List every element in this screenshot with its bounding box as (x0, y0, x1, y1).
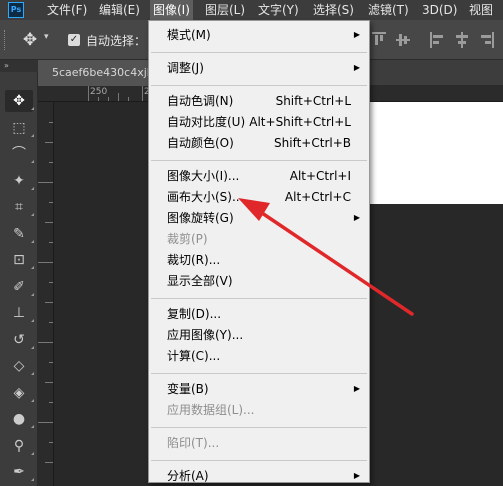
menu-item-7-0[interactable]: 分析(A) ▶ (149, 466, 369, 486)
menu-item-label: 变量(B) (167, 382, 209, 396)
submenu-arrow-icon: ▶ (353, 471, 360, 480)
menu-item-label: 自动颜色(O) (167, 136, 234, 150)
menu-item-3-1[interactable]: 画布大小(S)... Alt+Ctrl+C (149, 187, 369, 207)
stamp-tool-icon[interactable]: ⊥ (5, 302, 33, 324)
dodge-tool-icon[interactable]: ⚲ (5, 435, 33, 457)
menu-item-label: 分析(A) (167, 469, 209, 483)
menu-edit[interactable]: 编辑(E) (96, 0, 143, 20)
menu-item-label: 裁剪(P) (167, 232, 208, 246)
menu-item-label: 显示全部(V) (167, 274, 233, 288)
menu-separator (151, 85, 367, 86)
menu-item-1-0[interactable]: 调整(J) ▶ (149, 58, 369, 78)
ruler-label-250: 250 (90, 87, 108, 97)
align-right-icon[interactable] (480, 32, 494, 48)
menu-item-label: 自动对比度(U) (167, 115, 246, 129)
menu-item-4-2[interactable]: 计算(C)... (149, 346, 369, 366)
auto-select-checkbox[interactable]: ✓ (68, 34, 80, 46)
menu-separator (151, 427, 367, 428)
move-tool-preset-icon[interactable]: ✥ (18, 30, 42, 50)
move-tool-icon[interactable]: ✥ (5, 90, 33, 112)
auto-select-label: 自动选择： (86, 34, 147, 48)
menu-item-6-0: 陷印(T)... (149, 433, 369, 453)
eraser-tool-icon[interactable]: ◇ (5, 355, 33, 377)
eyedropper-tool-icon[interactable]: ✎ (5, 223, 33, 245)
menu-item-shortcut: Shift+Ctrl+B (274, 136, 351, 150)
options-bar-grip[interactable] (4, 30, 9, 50)
menu-image[interactable]: 图像(I) (150, 0, 193, 20)
menu-item-3-2[interactable]: 图像旋转(G) ▶ (149, 208, 369, 228)
submenu-arrow-icon: ▶ (353, 63, 360, 72)
marquee-tool-icon[interactable]: ⬚ (5, 117, 33, 139)
lasso-tool-icon[interactable]: ⌒ (5, 143, 33, 165)
align-vertical-center-icon[interactable] (396, 32, 410, 48)
paint-bucket-tool-icon[interactable]: ◈ (5, 382, 33, 404)
menu-item-2-1[interactable]: 自动对比度(U) Alt+Shift+Ctrl+L (149, 112, 369, 132)
menu-item-label: 计算(C)... (167, 349, 221, 363)
menu-type[interactable]: 文字(Y) (255, 0, 302, 20)
menu-separator (151, 298, 367, 299)
tools-panel-collapse[interactable]: » (0, 60, 38, 72)
menu-item-label: 图像大小(I)... (167, 169, 240, 183)
brush-tool-icon[interactable]: ✐ (5, 276, 33, 298)
menu-select[interactable]: 选择(S) (310, 0, 357, 20)
menu-filter[interactable]: 滤镜(T) (365, 0, 412, 20)
menu-item-label: 模式(M) (167, 28, 211, 42)
menu-item-0-0[interactable]: 模式(M) ▶ (149, 25, 369, 45)
align-left-icon[interactable] (430, 32, 444, 48)
blur-tool-icon[interactable]: ● (5, 408, 33, 430)
menu-item-4-1[interactable]: 应用图像(Y)... (149, 325, 369, 345)
menu-item-label: 应用数据组(L)... (167, 403, 255, 417)
menu-item-3-3: 裁剪(P) (149, 229, 369, 249)
menu-bar: Ps 文件(F) 编辑(E) 图像(I) 图层(L) 文字(Y) 选择(S) 滤… (0, 0, 503, 20)
document-tab[interactable]: 5caef6be430c4xjk (38, 60, 148, 86)
menu-item-shortcut: Alt+Ctrl+C (284, 190, 351, 204)
pen-tool-icon[interactable]: ✒ (5, 461, 33, 483)
history-brush-tool-icon[interactable]: ↺ (5, 329, 33, 351)
menu-separator (151, 52, 367, 53)
menu-separator (151, 160, 367, 161)
image-menu-dropdown: 模式(M) ▶ 调整(J) ▶ 自动色调(N) Shift+Ctrl+L 自动对比度(U) A… (148, 20, 370, 483)
menu-item-label: 复制(D)... (167, 307, 222, 321)
align-top-icon[interactable] (372, 32, 386, 48)
menu-3d[interactable]: 3D(D) (419, 0, 460, 20)
menu-item-label: 图像旋转(G) (167, 211, 234, 225)
menu-item-label: 画布大小(S)... (167, 190, 244, 204)
chevron-down-icon[interactable]: ▾ (44, 32, 49, 42)
tools-panel: » ✥ ⬚ ⌒ ✦ ⌗ ✎ ⊡ ✐ ⊥ ↺ ◇ ◈ ● ⚲ ✒ (0, 60, 38, 486)
submenu-arrow-icon: ▶ (353, 213, 360, 222)
menu-file[interactable]: 文件(F) (44, 0, 90, 20)
menu-item-shortcut: Alt+Shift+Ctrl+L (249, 115, 351, 129)
menu-item-5-0[interactable]: 变量(B) ▶ (149, 379, 369, 399)
menu-item-label: 自动色调(N) (167, 94, 234, 108)
magic-wand-tool-icon[interactable]: ✦ (5, 170, 33, 192)
menu-item-3-4[interactable]: 裁切(R)... (149, 250, 369, 270)
crop-tool-icon[interactable]: ⌗ (5, 196, 33, 218)
align-horizontal-center-icon[interactable] (455, 32, 469, 48)
menu-item-label: 裁切(R)... (167, 253, 221, 267)
menu-item-2-0[interactable]: 自动色调(N) Shift+Ctrl+L (149, 91, 369, 111)
menu-layer[interactable]: 图层(L) (202, 0, 248, 20)
document-canvas[interactable] (354, 102, 503, 204)
menu-item-label: 调整(J) (167, 61, 204, 75)
menu-separator (151, 373, 367, 374)
submenu-arrow-icon: ▶ (353, 384, 360, 393)
menu-item-4-0[interactable]: 复制(D)... (149, 304, 369, 324)
menu-separator (151, 460, 367, 461)
menu-item-shortcut: Shift+Ctrl+L (275, 94, 351, 108)
menu-item-label: 陷印(T)... (167, 436, 220, 450)
menu-item-3-0[interactable]: 图像大小(I)... Alt+Ctrl+I (149, 166, 369, 186)
vertical-ruler[interactable] (38, 102, 54, 486)
frame-tool-icon[interactable]: ⊡ (5, 249, 33, 271)
menu-item-3-5[interactable]: 显示全部(V) (149, 271, 369, 291)
menu-item-label: 应用图像(Y)... (167, 328, 244, 342)
menu-item-5-1: 应用数据组(L)... (149, 400, 369, 420)
submenu-arrow-icon: ▶ (353, 30, 360, 39)
menu-view[interactable]: 视图 (466, 0, 496, 20)
menu-item-shortcut: Alt+Ctrl+I (289, 169, 351, 183)
photoshop-app-icon[interactable]: Ps (8, 2, 24, 18)
menu-item-2-2[interactable]: 自动颜色(O) Shift+Ctrl+B (149, 133, 369, 153)
